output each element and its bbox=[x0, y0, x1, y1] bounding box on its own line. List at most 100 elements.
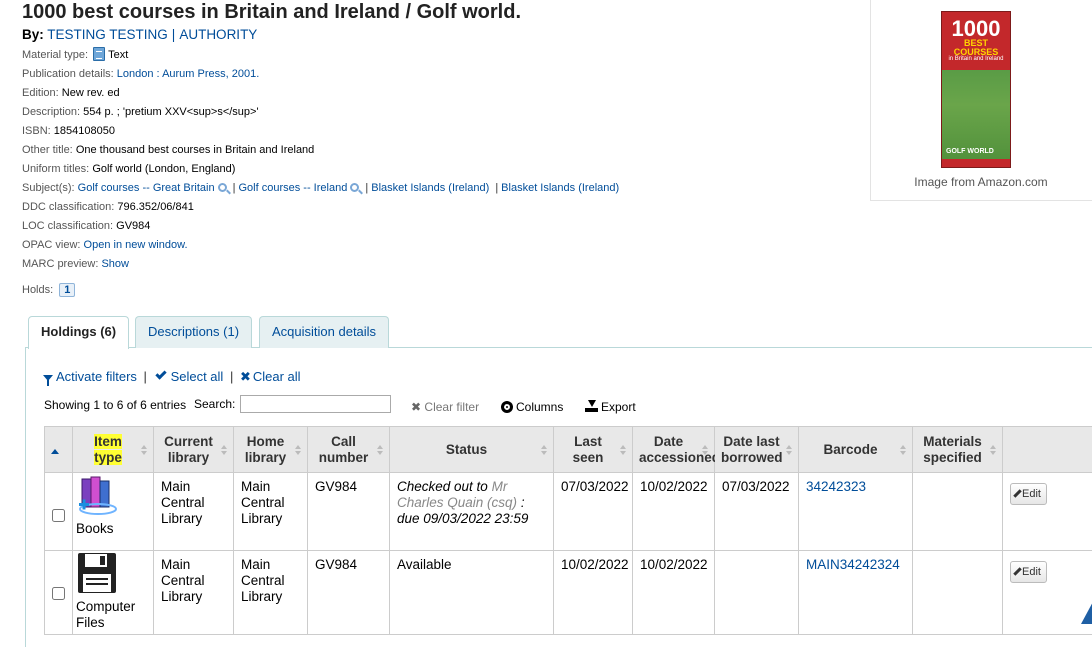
row-select-cell bbox=[45, 551, 73, 635]
column-last-seen[interactable]: Last seen bbox=[554, 427, 633, 473]
holds-count-badge[interactable]: 1 bbox=[59, 283, 75, 297]
publication-label: Publication details: bbox=[22, 68, 114, 80]
by-label: By: bbox=[22, 27, 44, 42]
tab-descriptions[interactable]: Descriptions (1) bbox=[135, 316, 252, 348]
uniform-titles-label: Uniform titles: bbox=[22, 163, 89, 175]
column-barcode[interactable]: Barcode bbox=[799, 427, 913, 473]
current-library-cell: Main Central Library bbox=[154, 551, 234, 635]
status-prefix: Checked out to bbox=[397, 479, 488, 494]
tab-holdings[interactable]: Holdings (6) bbox=[28, 316, 129, 349]
current-library-cell: Main Central Library bbox=[154, 473, 234, 551]
actions-cell: Edit bbox=[1003, 473, 1092, 551]
filter-separator: | bbox=[144, 369, 147, 384]
select-column-header[interactable] bbox=[45, 427, 73, 473]
search-subject-icon[interactable] bbox=[218, 183, 227, 192]
filter-separator: | bbox=[230, 369, 233, 384]
uniform-titles-row: Uniform titles: Golf world (London, Engl… bbox=[22, 160, 619, 179]
home-library-header: Home library bbox=[245, 434, 286, 465]
pencil-icon bbox=[1013, 489, 1021, 497]
date-accessioned-cell: 10/02/2022 bbox=[633, 473, 715, 551]
export-button[interactable]: Export bbox=[585, 400, 636, 414]
edit-label: Edit bbox=[1022, 488, 1041, 500]
description-row: Description: 554 p. ; 'pretium XXV<sup>s… bbox=[22, 103, 619, 122]
activate-filters-label: Activate filters bbox=[56, 369, 137, 384]
download-icon bbox=[585, 400, 598, 412]
holds-row: Holds: 1 bbox=[22, 283, 75, 297]
item-type-cell: Computer Files bbox=[73, 551, 154, 635]
author-link-authority[interactable]: AUTHORITY bbox=[179, 27, 257, 42]
gear-icon bbox=[501, 401, 513, 413]
tab-acquisition-details[interactable]: Acquisition details bbox=[259, 316, 389, 348]
loc-value: GV984 bbox=[116, 220, 150, 232]
opac-link[interactable]: Open in new window. bbox=[84, 239, 188, 251]
columns-button[interactable]: Columns bbox=[501, 400, 563, 414]
call-number-cell: GV984 bbox=[308, 473, 390, 551]
column-current-library[interactable]: Current library bbox=[154, 427, 234, 473]
actions-cell: Edit bbox=[1003, 551, 1092, 635]
marc-show-link[interactable]: Show bbox=[101, 258, 129, 270]
cover-big-text: 1000 bbox=[942, 18, 1010, 40]
isbn-value: 1854108050 bbox=[54, 125, 115, 137]
subject-link-golf-great-britain[interactable]: Golf courses -- Great Britain bbox=[78, 182, 215, 194]
item-type-header-line1: Item bbox=[94, 434, 122, 449]
date-last-borrowed-cell: 07/03/2022 bbox=[715, 473, 799, 551]
call-number-header: Call number bbox=[319, 434, 369, 465]
description-label: Description: bbox=[22, 106, 80, 118]
search-subject-icon[interactable] bbox=[350, 183, 359, 192]
column-home-library[interactable]: Home library bbox=[234, 427, 308, 473]
clear-filter-button[interactable]: ✖ Clear filter bbox=[411, 400, 479, 414]
clear-all-link[interactable]: ✖Clear all bbox=[240, 369, 301, 384]
books-icon bbox=[76, 473, 120, 517]
marc-row: MARC preview: Show bbox=[22, 255, 619, 274]
status-cell: Checked out to Mr Charles Quain (csq) : … bbox=[390, 473, 554, 551]
select-all-link[interactable]: Select all bbox=[154, 369, 224, 384]
date-last-borrowed-cell bbox=[715, 551, 799, 635]
other-title-row: Other title: One thousand best courses i… bbox=[22, 141, 619, 160]
ddc-label: DDC classification: bbox=[22, 201, 114, 213]
description-value: 554 p. ; 'pretium XXV<sup>s</sup>' bbox=[83, 106, 258, 118]
last-seen-cell: 07/03/2022 bbox=[554, 473, 633, 551]
search-input[interactable] bbox=[240, 395, 391, 413]
row-checkbox[interactable] bbox=[52, 587, 65, 600]
material-type-value: Text bbox=[108, 49, 128, 61]
loc-label: LOC classification: bbox=[22, 220, 113, 232]
author-link-testing[interactable]: TESTING TESTING bbox=[47, 27, 168, 42]
item-type-label: Books bbox=[76, 521, 114, 536]
barcode-cell: 34242323 bbox=[799, 473, 913, 551]
edition-row: Edition: New rev. ed bbox=[22, 84, 619, 103]
edit-item-button[interactable]: Edit bbox=[1010, 483, 1047, 505]
subject-separator: | bbox=[233, 182, 236, 194]
row-select-cell bbox=[45, 473, 73, 551]
column-status[interactable]: Status bbox=[390, 427, 554, 473]
opac-label: OPAC view: bbox=[22, 239, 80, 251]
column-materials-specified[interactable]: Materials specified bbox=[913, 427, 1003, 473]
book-cover-image[interactable]: 1000 BEST COURSES in Britain and Ireland… bbox=[941, 11, 1011, 168]
edit-item-button[interactable]: Edit bbox=[1010, 561, 1047, 583]
clear-filter-label: Clear filter bbox=[424, 400, 479, 414]
materials-specified-cell bbox=[913, 551, 1003, 635]
last-seen-cell: 10/02/2022 bbox=[554, 551, 633, 635]
publication-link[interactable]: London : Aurum Press, 2001. bbox=[117, 68, 259, 80]
barcode-link[interactable]: 34242323 bbox=[806, 479, 866, 494]
uniform-titles-value: Golf world (London, England) bbox=[92, 163, 235, 175]
call-number-cell: GV984 bbox=[308, 551, 390, 635]
activate-filters-link[interactable]: Activate filters bbox=[43, 369, 137, 384]
barcode-link[interactable]: MAIN34242324 bbox=[806, 557, 900, 572]
row-checkbox[interactable] bbox=[52, 509, 65, 522]
columns-label: Columns bbox=[516, 400, 563, 414]
select-all-label: Select all bbox=[171, 369, 224, 384]
author-line: By: TESTING TESTING|AUTHORITY bbox=[22, 27, 257, 42]
column-call-number[interactable]: Call number bbox=[308, 427, 390, 473]
subject-link-blasket-islands[interactable]: Blasket Islands (Ireland) bbox=[371, 182, 489, 194]
column-date-accessioned[interactable]: Date accessioned bbox=[633, 427, 715, 473]
column-item-type[interactable]: Itemtype bbox=[73, 427, 154, 473]
column-date-last-borrowed[interactable]: Date last borrowed bbox=[715, 427, 799, 473]
subject-link-blasket-islands-2[interactable]: Blasket Islands (Ireland) bbox=[501, 182, 619, 194]
filter-links: Activate filters | Select all | ✖Clear a… bbox=[43, 369, 301, 385]
date-accessioned-cell: 10/02/2022 bbox=[633, 551, 715, 635]
cover-sub-text: BEST COURSES bbox=[942, 39, 1010, 57]
subjects-label: Subject(s): bbox=[22, 182, 75, 194]
subject-link-golf-ireland[interactable]: Golf courses -- Ireland bbox=[239, 182, 348, 194]
check-icon bbox=[155, 368, 166, 379]
cover-sub2-text: in Britain and Ireland bbox=[942, 56, 1010, 62]
